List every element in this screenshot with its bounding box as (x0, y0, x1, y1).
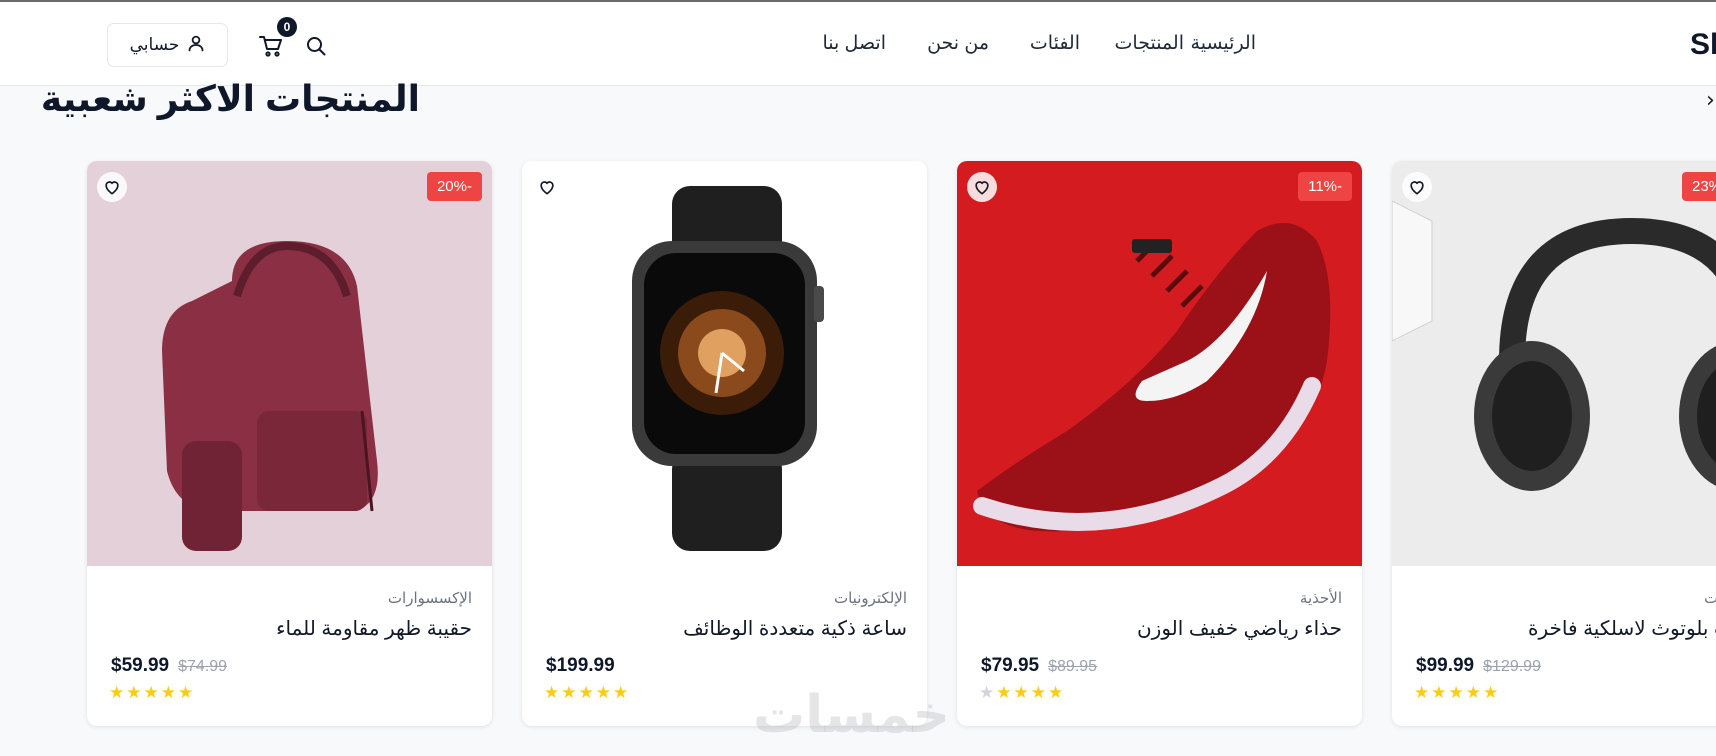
backpack-image[interactable] (87, 161, 492, 566)
product-card[interactable]: الإلكترونيات ساعة ذكية متعددة الوظائف $1… (522, 161, 927, 726)
account-button[interactable]: حسابي (107, 23, 228, 67)
product-name[interactable]: ت بلوتوث لاسلكية فاخرة (1528, 616, 1716, 641)
product-price: $199.99 (546, 655, 615, 676)
star-icon: ★ (544, 683, 560, 703)
star-icon: ★ (1448, 683, 1464, 703)
star-icon: ★ (178, 683, 194, 703)
star-icon: ★ (1465, 683, 1481, 703)
star-icon: ★ (561, 683, 577, 703)
smartwatch-image[interactable] (522, 161, 927, 566)
discount-badge: 23% (1682, 172, 1716, 201)
rating-stars: ★ ★ ★ ★ ★ (109, 685, 193, 702)
star-icon: ★ (126, 683, 142, 703)
product-old-price: $129.99 (1483, 658, 1541, 675)
product-category: الأحذية (1299, 590, 1342, 607)
discount-badge: 20%- (426, 172, 482, 201)
sneaker-image[interactable] (957, 161, 1362, 566)
product-price: $79.95 (981, 655, 1040, 676)
star-icon: ★ (979, 683, 995, 703)
price-group: $59.99 $74.99 (111, 655, 227, 677)
nav-about[interactable]: من نحن (927, 32, 989, 55)
heart-icon[interactable] (1402, 172, 1432, 202)
cart-count-badge: 0 (277, 17, 297, 37)
product-name[interactable]: ساعة ذكية متعددة الوظائف (683, 616, 907, 641)
product-card[interactable]: 11%- الأحذية حذاء رياضي خفيف الوزن $79.9… (957, 161, 1362, 726)
site-header: Sh الرئيسية المنتجات الفئات من نحن اتصل … (0, 0, 1716, 86)
price-group: $199.99 (546, 655, 615, 677)
heart-icon[interactable] (97, 172, 127, 202)
rating-stars: ★ ★ ★ ★ ★ (544, 685, 628, 702)
discount-badge: 11%- (1298, 172, 1352, 201)
nav-categories[interactable]: الفئات (1030, 32, 1080, 55)
rating-stars: ★ ★ ★ ★ ★ (1414, 685, 1498, 702)
section-title: المنتجات الاكثر شعبية (40, 78, 420, 119)
star-icon: ★ (578, 683, 594, 703)
search-icon[interactable] (302, 32, 330, 60)
product-price: $59.99 (111, 655, 170, 676)
star-icon: ★ (1483, 683, 1499, 703)
price-group: $99.99 $129.99 (1416, 655, 1541, 677)
product-old-price: $74.99 (178, 658, 228, 675)
heart-icon[interactable] (532, 172, 562, 202)
star-icon: ★ (1048, 683, 1064, 703)
star-icon: ★ (109, 683, 125, 703)
star-icon: ★ (613, 683, 629, 703)
star-icon: ★ (1030, 683, 1046, 703)
product-price: $99.99 (1416, 655, 1475, 676)
star-icon: ★ (996, 683, 1012, 703)
product-category: الإلكترونيات (833, 590, 907, 607)
watermark-logo: خمسات (753, 685, 951, 745)
star-icon: ★ (1414, 683, 1430, 703)
price-group: $79.95 $89.95 (981, 655, 1097, 677)
rating-stars: ★ ★ ★ ★ ★ (979, 685, 1063, 702)
product-name[interactable]: حذاء رياضي خفيف الوزن (1137, 616, 1342, 641)
product-card[interactable]: 20%- الإكسسوارات حقيبة ظهر مقاومة للماء … (87, 161, 492, 726)
nav-contact[interactable]: اتصل بنا (822, 32, 886, 55)
account-label: حسابي (129, 35, 180, 54)
product-card[interactable]: 23% ت ت بلوتوث لاسلكية فاخرة $99.99 $129… (1392, 161, 1716, 726)
nav-products[interactable]: المنتجات (1115, 32, 1184, 55)
star-icon: ★ (595, 683, 611, 703)
user-icon (187, 34, 205, 57)
product-category: ت (1704, 590, 1716, 607)
product-old-price: $89.95 (1048, 658, 1098, 675)
headphones-image[interactable] (1392, 161, 1716, 566)
product-category: الإكسسوارات (387, 590, 472, 607)
nav-home[interactable]: الرئيسية (1191, 32, 1256, 55)
star-icon: ★ (160, 683, 176, 703)
star-icon: ★ (143, 683, 159, 703)
star-icon: ★ (1431, 683, 1447, 703)
star-icon: ★ (1013, 683, 1029, 703)
product-name[interactable]: حقيبة ظهر مقاومة للماء (276, 616, 472, 641)
heart-icon[interactable] (967, 172, 997, 202)
carousel-arrow[interactable]: ‹ (1706, 88, 1715, 113)
cart-icon[interactable] (256, 32, 286, 60)
